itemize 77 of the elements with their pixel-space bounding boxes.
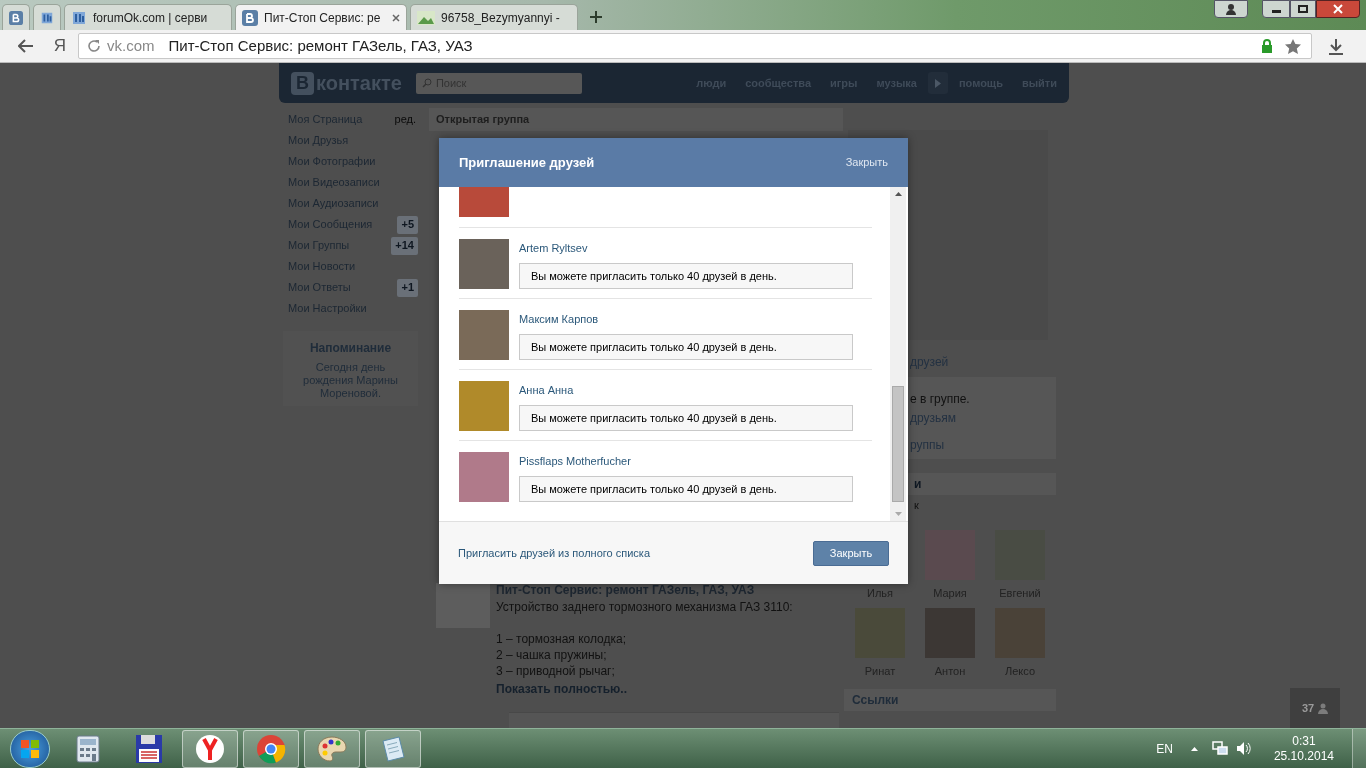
scrollbar[interactable] [890, 187, 906, 521]
post-text: 1 – тормозная колодка; [496, 631, 627, 647]
calculator-icon [76, 734, 100, 763]
browser-tab[interactable] [33, 4, 61, 30]
reload-icon[interactable] [87, 39, 101, 53]
close-button[interactable] [1316, 0, 1360, 18]
friend-photo [459, 239, 509, 289]
new-tab-icon[interactable] [589, 10, 603, 24]
scroll-thumb[interactable] [892, 386, 904, 502]
windows-logo-icon [21, 739, 39, 758]
person-icon [1318, 702, 1329, 714]
invite-limit-note: Вы можете пригласить только 40 друзей в день. [519, 334, 853, 360]
clock[interactable]: 0:31 25.10.2014 [1273, 733, 1334, 764]
scroll-up-icon[interactable] [894, 192, 902, 196]
post-thumbnail [436, 583, 490, 628]
image-file-icon [417, 10, 435, 25]
edit-link[interactable]: ред. [394, 111, 416, 128]
info-text: е в группе. [910, 391, 971, 407]
back-arrow-icon[interactable] [18, 39, 34, 53]
friend-photo [459, 381, 509, 431]
invite-limit-note: Вы можете пригласить только 40 друзей в день. [519, 405, 853, 431]
show-desktop-button[interactable] [1352, 728, 1366, 768]
download-icon[interactable] [1328, 37, 1344, 55]
count-badge: +5 [397, 215, 418, 234]
maximize-icon [1298, 5, 1308, 13]
language-indicator[interactable]: EN [1156, 739, 1173, 758]
invite-limit-note: Вы можете пригласить только 40 друзей в день. [519, 476, 853, 502]
notepad-icon [379, 734, 407, 763]
friend-name[interactable]: Pissflaps Motherfucher [519, 455, 631, 467]
count-badge: +14 [391, 236, 418, 255]
invite-limit-note: Вы можете пригласить только 40 друзей в день. [519, 263, 853, 289]
browser-tab[interactable]: Пит-Стоп Сервис: ре [235, 4, 407, 30]
tray-arrow-icon[interactable] [1190, 746, 1198, 751]
tab-icon [9, 9, 23, 26]
start-button[interactable] [10, 729, 50, 768]
maximize-button[interactable] [1290, 0, 1316, 18]
minimize-icon [1271, 10, 1281, 13]
friend-name[interactable]: Максим Карпов [519, 313, 599, 325]
dialog-title: Приглашение друзей [459, 153, 595, 172]
post-text: 3 – приводной рычаг; [496, 663, 616, 679]
play-button[interactable] [927, 72, 948, 94]
tab-icon [242, 9, 258, 26]
star-icon[interactable] [1285, 38, 1301, 54]
friend-name[interactable]: Анна Анна [519, 384, 574, 396]
close-link[interactable]: Закрыть [845, 154, 888, 171]
post-text: 2 – чашка пружины; [496, 647, 608, 663]
volume-icon[interactable] [1235, 741, 1252, 756]
online-counter[interactable]: 37 [1290, 688, 1340, 728]
minimize-button[interactable] [1262, 0, 1290, 18]
group-type-header: Открытая группа [429, 108, 843, 131]
post-text: Устройство заднего тормозного механизма ГАЗ 3110: [496, 599, 793, 615]
palette-icon [317, 734, 347, 763]
count-badge: +1 [397, 278, 418, 297]
friend-name[interactable]: Artem Ryltsev [519, 242, 588, 254]
show-more-link[interactable]: Показать полностью.. [496, 680, 793, 698]
close-icon [1333, 4, 1343, 14]
full-list-link[interactable]: Пригласить друзей из полного списка [458, 544, 650, 562]
browser-tab[interactable]: forumOk.com | серви [64, 4, 232, 30]
friend-photo [459, 310, 509, 360]
browser-logo-icon [256, 733, 286, 764]
close-button[interactable]: Закрыть [813, 540, 889, 566]
taskbar-app[interactable] [182, 729, 238, 768]
y-logo-icon [195, 733, 225, 764]
play-icon [934, 78, 941, 88]
network-icon[interactable] [1211, 741, 1228, 756]
friend-photo [459, 187, 509, 217]
search-icon [421, 78, 432, 88]
bookmark-page-icon [71, 9, 87, 26]
lock-icon [1261, 39, 1273, 53]
browser-tab[interactable]: 96758_Bezymyannyi - [410, 4, 578, 30]
browser-tab[interactable] [2, 4, 30, 30]
address-field[interactable]: vk.com Пит-Стоп Сервис: ремонт ГАЗель, ГАЗ, УАЗ [78, 33, 1312, 59]
person-icon [1225, 3, 1237, 15]
yandex-button[interactable]: Я [52, 33, 68, 59]
friend-photo [459, 452, 509, 502]
user-icon[interactable] [1214, 0, 1248, 18]
close-icon[interactable] [392, 13, 400, 22]
